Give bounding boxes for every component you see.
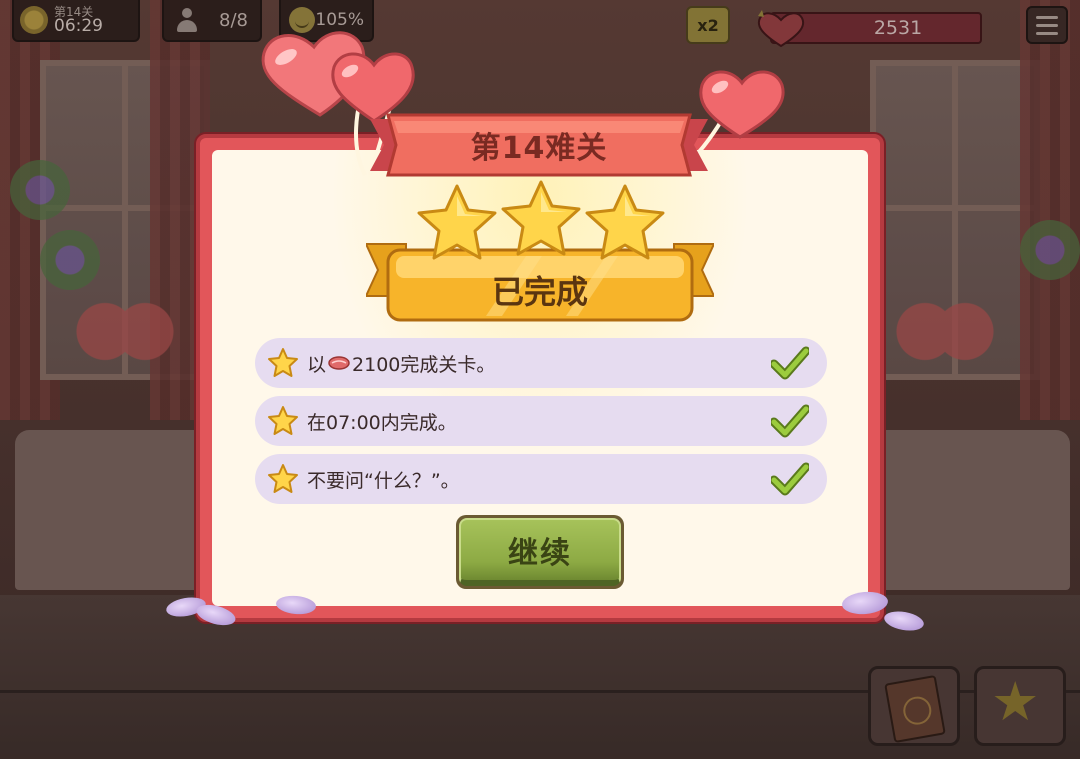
checkmark-icon (771, 462, 809, 496)
objective-text: 在07:00内完成。 (307, 411, 457, 434)
continue-button[interactable]: 继续 (456, 515, 624, 589)
objective-item: 在07:00内完成。 (255, 396, 827, 446)
objective-text: 2100完成关卡。 (352, 353, 496, 376)
objective-list: 以 2100完成关卡。 在07:00内完成。 不要问“什么？”。 (255, 338, 827, 512)
star-icon (268, 348, 298, 377)
objective-text: 不要问“什么？”。 (307, 469, 460, 492)
completion-status: 已完成 (491, 273, 588, 311)
star-icon (268, 406, 298, 435)
checkmark-icon (771, 404, 809, 438)
level-title: 第14难关 (470, 131, 608, 166)
steak-icon (328, 356, 350, 370)
objective-item: 不要问“什么？”。 (255, 454, 827, 504)
star-icon (268, 464, 298, 493)
objective-prefix: 以 (307, 353, 327, 376)
continue-button-label: 继续 (459, 518, 621, 586)
objective-item: 以 2100完成关卡。 (255, 338, 827, 388)
checkmark-icon (771, 346, 809, 380)
star-rating (417, 180, 665, 260)
